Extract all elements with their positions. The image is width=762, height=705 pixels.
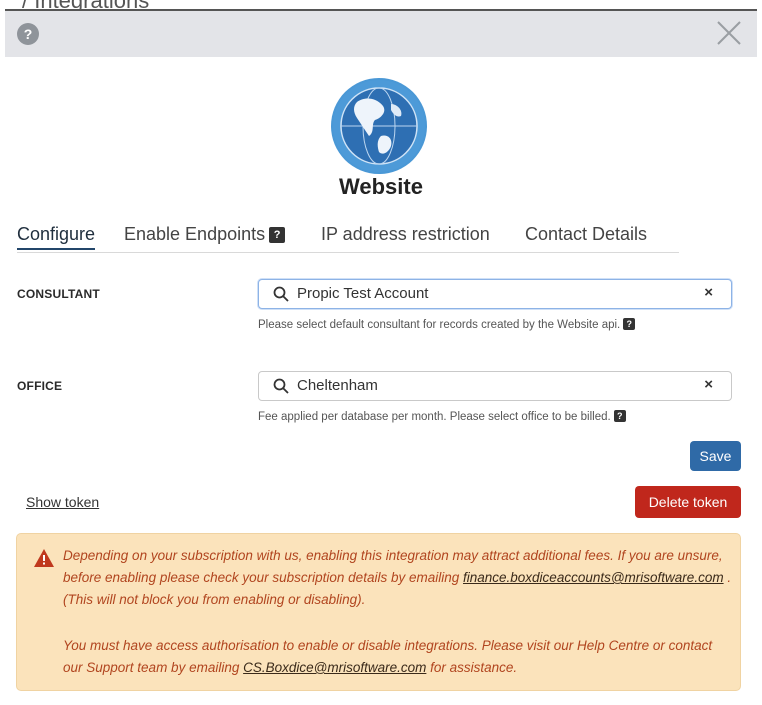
alert-paragraph-fees: Depending on your subscription with us, …	[63, 545, 733, 611]
close-x-icon[interactable]	[715, 19, 743, 47]
alert-auth-suffix: for assistance.	[430, 660, 518, 675]
tab-label: Configure	[17, 224, 96, 244]
delete-token-button[interactable]: Delete token	[635, 486, 741, 518]
consultant-help-text: Please select default consultant for rec…	[258, 318, 636, 331]
tab-bar: Configure Enable Endpoints? IP address r…	[17, 224, 679, 253]
tab-label: Enable Endpoints	[124, 224, 266, 244]
modal-header: ?	[5, 9, 757, 57]
warning-triangle-icon	[34, 549, 54, 567]
question-circle-icon[interactable]: ?	[17, 23, 39, 45]
integration-title: Website	[339, 174, 423, 199]
show-token-link[interactable]: Show token	[26, 494, 99, 510]
help-badge-icon[interactable]: ?	[269, 227, 286, 243]
clear-office-icon[interactable]: ×	[704, 376, 713, 393]
tab-enable-endpoints[interactable]: Enable Endpoints?	[124, 224, 286, 245]
tab-contact-details[interactable]: Contact Details	[525, 224, 647, 245]
finance-email-link[interactable]: finance.boxdiceaccounts@mrisoftware.com	[463, 570, 724, 585]
search-icon	[273, 286, 289, 302]
office-select[interactable]: Cheltenham ×	[258, 371, 732, 401]
consultant-select[interactable]: Propic Test Account ×	[258, 279, 732, 309]
save-button[interactable]: Save	[690, 441, 741, 471]
search-icon	[273, 378, 289, 394]
help-badge-icon[interactable]: ?	[613, 410, 626, 422]
fees-warning-alert: Depending on your subscription with us, …	[16, 533, 741, 691]
background-title-text: / Integrations	[22, 0, 149, 9]
clear-consultant-icon[interactable]: ×	[704, 284, 713, 301]
tab-label: IP address restriction	[321, 224, 490, 244]
background-page-title: / Integrations	[0, 0, 762, 9]
tab-label: Contact Details	[525, 224, 648, 244]
help-badge-icon[interactable]: ?	[623, 318, 636, 330]
tab-ip-address-restriction[interactable]: IP address restriction	[321, 224, 490, 245]
globe-icon	[331, 78, 427, 174]
alert-paragraph-authorisation: You must have access authorisation to en…	[63, 635, 733, 679]
office-help-text: Fee applied per database per month. Plea…	[258, 410, 626, 423]
consultant-label: CONSULTANT	[17, 287, 100, 301]
consultant-help-label: Please select default consultant for rec…	[258, 319, 621, 331]
support-email-link[interactable]: CS.Boxdice@mrisoftware.com	[243, 660, 426, 675]
tab-configure[interactable]: Configure	[17, 224, 96, 250]
office-label: OFFICE	[17, 379, 63, 393]
office-help-label: Fee applied per database per month. Plea…	[258, 411, 611, 423]
office-value: Cheltenham	[297, 377, 378, 394]
consultant-value: Propic Test Account	[297, 285, 429, 302]
